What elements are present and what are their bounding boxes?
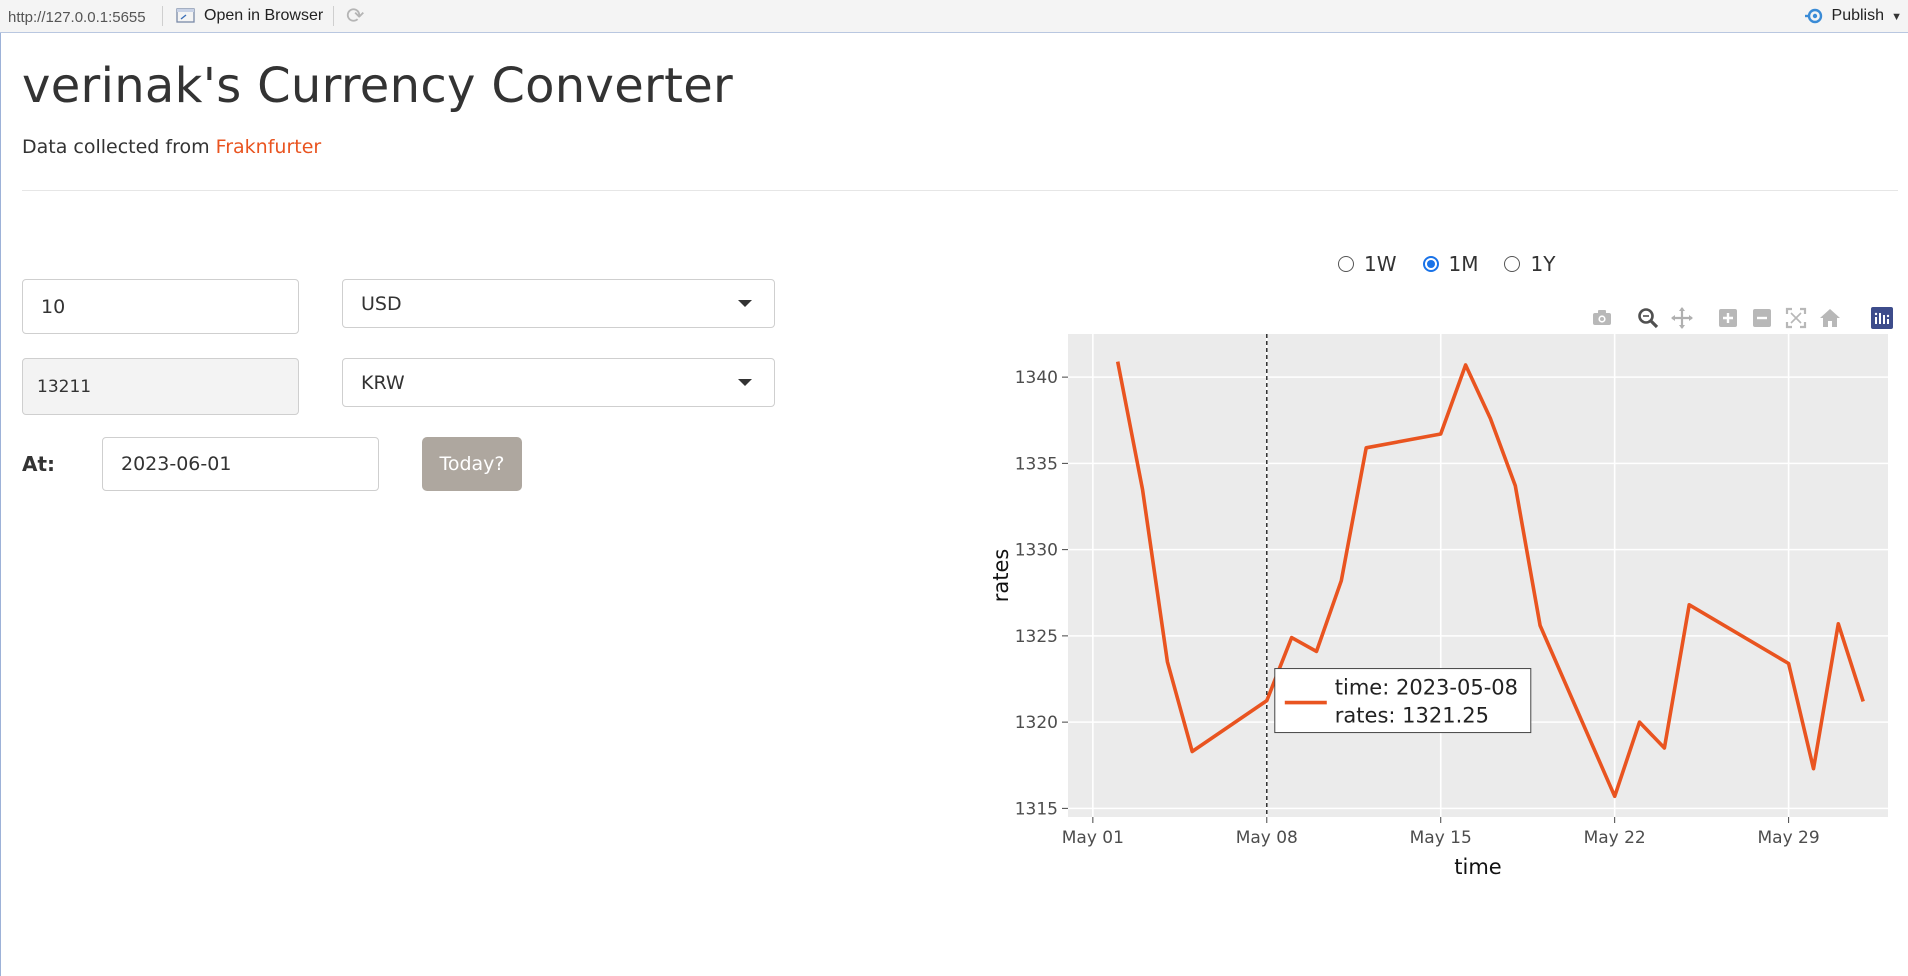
open-browser-icon [176,8,195,23]
y-tick-label: 1340 [1015,368,1058,388]
zoom-icon[interactable] [1636,306,1660,330]
camera-icon[interactable] [1590,306,1614,330]
amount-value: 10 [41,295,66,318]
chevron-down-icon [738,300,752,307]
toolbar-divider [162,6,163,26]
x-tick-label: May 22 [1584,828,1646,848]
x-tick-label: May 08 [1236,828,1298,848]
converted-amount-field: 13211 [22,358,299,415]
y-tick-label: 1335 [1015,454,1058,474]
viewer-toolbar: http://127.0.0.1:5655 Open in Browser ⟳ … [0,0,1908,33]
amount-input[interactable]: 10 [22,279,299,334]
x-tick-label: May 15 [1410,828,1472,848]
radio-1y[interactable] [1504,256,1521,272]
chevron-down-icon [738,379,752,386]
publish-button[interactable]: Publish [1804,7,1884,25]
toolbar-divider [333,6,334,26]
radio-1m[interactable] [1422,256,1439,272]
y-tick-label: 1320 [1015,713,1058,733]
data-source-text: Data collected from Fraknfurter [22,136,321,158]
open-in-browser-label: Open in Browser [204,7,324,24]
to-currency-select[interactable]: KRW [342,358,775,407]
data-source-link[interactable]: Fraknfurter [216,136,322,158]
from-currency-value: USD [361,292,402,315]
pan-icon[interactable] [1670,306,1694,330]
date-value: 2023-06-01 [121,453,232,475]
range-option-1m[interactable]: 1M [1422,252,1479,276]
range-option-1w[interactable]: 1W [1338,252,1397,276]
reset-axes-icon[interactable] [1818,306,1842,330]
to-currency-value: KRW [361,371,405,394]
zoom-out-icon[interactable] [1750,306,1774,330]
open-in-browser-button[interactable]: Open in Browser [176,7,323,25]
x-tick-label: May 29 [1758,828,1820,848]
chart-modebar [1590,306,1900,330]
page-title: verinak's Currency Converter [22,58,734,114]
url-text: http://127.0.0.1:5655 [8,9,146,26]
tooltip-rates: rates: 1321.25 [1335,704,1489,728]
x-tick-label: May 01 [1062,828,1124,848]
tooltip-time: time: 2023-05-08 [1335,676,1518,700]
y-tick-label: 1330 [1015,541,1058,561]
y-tick-label: 1325 [1015,627,1058,647]
range-label: 1Y [1530,252,1556,276]
x-axis-title: time [1454,855,1501,879]
publish-icon [1804,8,1822,24]
range-label: 1M [1448,252,1479,276]
range-label: 1W [1364,252,1397,276]
publish-label: Publish [1831,7,1884,24]
from-currency-select[interactable]: USD [342,279,775,328]
date-label: At: [22,452,56,476]
data-source-prefix: Data collected from [22,136,210,158]
window-edge [0,33,1,976]
publish-dropdown-icon[interactable]: ▼ [1891,11,1902,23]
autoscale-icon[interactable] [1784,306,1808,330]
zoom-in-icon[interactable] [1716,306,1740,330]
converted-amount-value: 13211 [37,376,92,397]
range-selector: 1W 1M 1Y [1338,252,1555,276]
plotly-logo-icon[interactable] [1870,306,1894,330]
radio-1w[interactable] [1338,256,1354,272]
refresh-icon[interactable]: ⟳ [346,4,364,28]
y-tick-label: 1315 [1015,799,1058,819]
date-input[interactable]: 2023-06-01 [102,437,379,491]
today-button[interactable]: Today? [422,437,522,491]
range-option-1y[interactable]: 1Y [1504,252,1555,276]
y-axis-title: rates [989,549,1013,603]
header-divider [22,190,1898,191]
